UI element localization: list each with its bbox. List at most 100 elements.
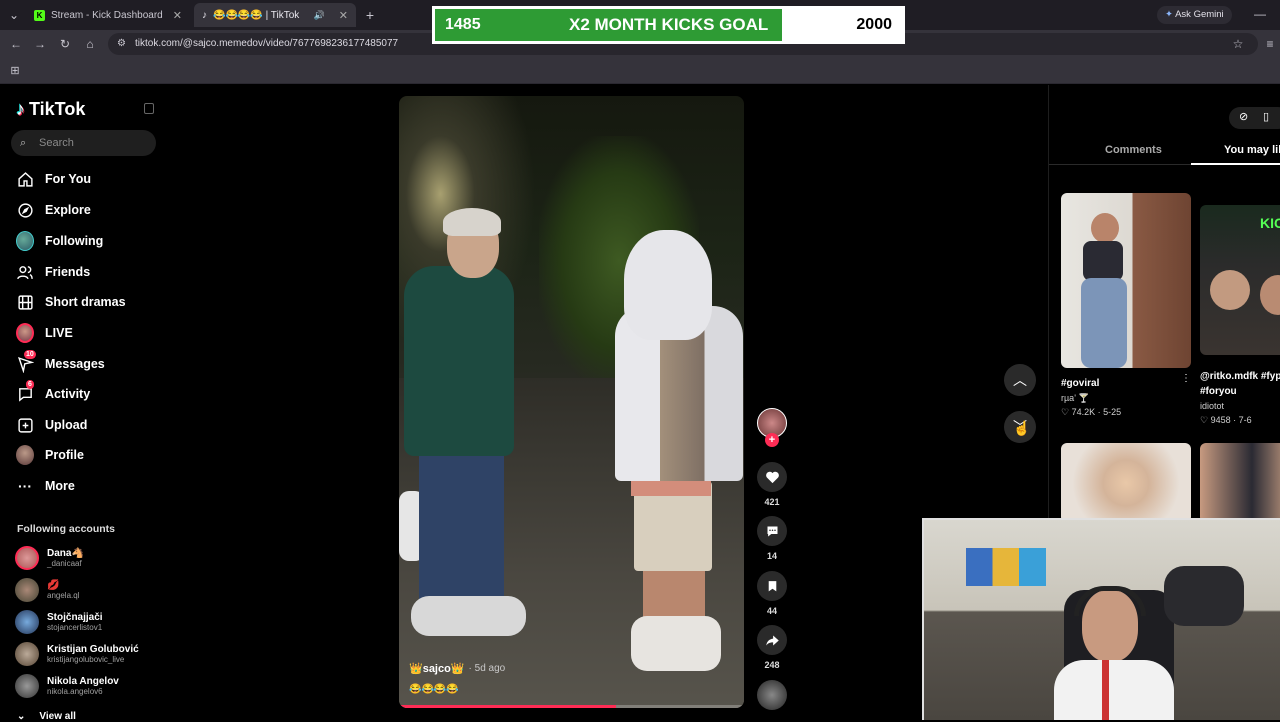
- like-count: 421: [764, 497, 780, 507]
- speaker-icon[interactable]: 🔊: [314, 10, 325, 21]
- forward-arrow-icon[interactable]: →: [32, 36, 48, 52]
- logo-text: TikTok: [29, 99, 86, 119]
- video-caption: 😂😂😂😂: [409, 684, 459, 695]
- recommended-video-card[interactable]: #goviral ⋮ rµa' 🍸 ♡ 74.2K · 5-25: [1061, 193, 1191, 419]
- film-icon: [16, 293, 34, 311]
- reload-icon[interactable]: ↻: [57, 36, 73, 52]
- tab-kick-dashboard[interactable]: K Stream - Kick Dashboard ✕: [26, 3, 190, 27]
- plus-square-icon: [16, 416, 34, 434]
- follow-plus-icon[interactable]: +: [765, 433, 779, 447]
- nav-label: Messages: [45, 357, 105, 371]
- nav-friends[interactable]: Friends: [16, 260, 90, 284]
- search-input[interactable]: ⌕ Search: [11, 130, 156, 156]
- nav-for-you[interactable]: For You: [16, 167, 91, 191]
- following-account[interactable]: Kristijan Golubović kristijangolubovic_li…: [15, 642, 139, 666]
- video-thumbnail[interactable]: [1061, 193, 1191, 368]
- new-tab-button[interactable]: +: [362, 7, 378, 23]
- video-person-left-hair: [443, 208, 501, 236]
- tiktok-logo[interactable]: ♪ TikTok: [16, 99, 85, 120]
- video-author[interactable]: 👑sajco👑 · 5d ago: [409, 662, 505, 675]
- music-disc-button[interactable]: [757, 680, 787, 710]
- recommended-video-card[interactable]: KICK @ritko.mdfk #fyp #goviral #foryou i…: [1200, 205, 1280, 427]
- tab-title: 😂😂😂😂 | TikTok: [213, 9, 300, 21]
- nav-label: Activity: [45, 387, 91, 401]
- view-all-link[interactable]: ⌄ View all: [17, 711, 76, 722]
- following-account[interactable]: 💋 angela.ql: [15, 578, 79, 602]
- author-name[interactable]: 👑sajco👑: [409, 662, 465, 675]
- nav-following[interactable]: Following: [16, 229, 103, 253]
- recommended-video-card[interactable]: [1200, 443, 1280, 523]
- nav-explore[interactable]: Explore: [16, 198, 91, 222]
- view-all-label: View all: [39, 711, 76, 722]
- following-accounts-title: Following accounts: [17, 523, 116, 535]
- previous-video-button[interactable]: ︿: [1004, 364, 1036, 396]
- live-avatar-icon: [16, 323, 34, 343]
- following-account[interactable]: Nikola Angelov nikola.angelov6: [15, 674, 119, 698]
- close-tab-icon[interactable]: ✕: [339, 9, 348, 22]
- video-progress-bar[interactable]: [399, 705, 744, 708]
- webcam-streamer-shirt: [1054, 660, 1174, 720]
- video-thumbnail[interactable]: [1061, 443, 1191, 523]
- chevron-down-icon: ⌄: [17, 711, 26, 722]
- comment-button[interactable]: 14: [757, 516, 787, 561]
- tab-you-may-like[interactable]: You may like: [1224, 144, 1280, 156]
- card-title: #goviral: [1061, 378, 1100, 389]
- ask-gemini-button[interactable]: ✦ Ask Gemini: [1157, 6, 1232, 24]
- home-button-icon[interactable]: ⌂: [82, 36, 98, 52]
- tab-list-chevron-icon[interactable]: ⌄: [6, 7, 22, 23]
- account-name: 💋: [47, 579, 60, 591]
- phone-icon[interactable]: ▯: [1263, 110, 1269, 123]
- video-person-left-shoes: [411, 596, 526, 636]
- reading-list-icon[interactable]: ≡: [1262, 36, 1278, 52]
- following-account[interactable]: Dana🐴 _danicaaf: [15, 546, 84, 570]
- tab-comments[interactable]: Comments: [1105, 144, 1162, 156]
- tiktok-sidebar: ♪ TikTok ⌕ Search For You Explore Follow…: [0, 85, 170, 722]
- creator-avatar-button[interactable]: +: [757, 408, 787, 447]
- save-button[interactable]: 44: [757, 571, 787, 616]
- card-stats: ♡ 74.2K · 5-25: [1061, 407, 1122, 417]
- nav-activity[interactable]: 6 Activity: [16, 380, 91, 406]
- back-arrow-icon[interactable]: ←: [8, 36, 24, 52]
- kick-logo-icon: K: [34, 9, 45, 21]
- nav-label: LIVE: [45, 326, 73, 340]
- apps-grid-icon[interactable]: ⊞: [7, 63, 23, 79]
- search-icon: ⌕: [20, 137, 27, 149]
- compass-icon[interactable]: ⊘: [1239, 110, 1248, 123]
- tab-tiktok[interactable]: ♪ 😂😂😂😂 | TikTok 🔊 ✕: [194, 3, 356, 27]
- recommended-video-card[interactable]: [1061, 443, 1191, 523]
- nav-profile[interactable]: Profile: [16, 443, 84, 467]
- video-player[interactable]: 👑sajco👑 · 5d ago 😂😂😂😂: [399, 96, 744, 708]
- share-button[interactable]: 248: [757, 625, 787, 670]
- profile-avatar-icon: [16, 445, 34, 465]
- account-name: Kristijan Golubović: [47, 643, 139, 655]
- nav-more[interactable]: ··· More: [16, 474, 75, 498]
- thumbnail-top: [1083, 241, 1123, 281]
- nav-live[interactable]: LIVE: [16, 321, 73, 345]
- minimize-window-icon[interactable]: —: [1252, 6, 1268, 22]
- bookmark-star-icon[interactable]: ☆: [1230, 36, 1246, 52]
- webcam-overlay: [922, 518, 1280, 720]
- nav-label: More: [45, 479, 75, 493]
- close-tab-icon[interactable]: ✕: [173, 9, 182, 22]
- nav-short-dramas[interactable]: Short dramas: [16, 290, 126, 314]
- more-options-icon[interactable]: ⋮: [1181, 373, 1191, 384]
- avatar: [15, 546, 39, 570]
- card-stats: ♡ 9458 · 7-6: [1200, 415, 1252, 425]
- friends-icon: [16, 263, 34, 281]
- card-author: rµa' 🍸: [1061, 393, 1090, 403]
- nav-messages[interactable]: 10 Messages: [16, 350, 105, 376]
- like-button[interactable]: 421: [757, 462, 787, 507]
- nav-upload[interactable]: Upload: [16, 413, 87, 437]
- webcam-jacket: [1164, 566, 1244, 626]
- collapse-sidebar-icon[interactable]: [144, 103, 154, 114]
- following-account[interactable]: Stojčnajjači stojancerlistov1: [15, 610, 103, 634]
- video-thumbnail[interactable]: [1200, 443, 1280, 523]
- site-info-icon[interactable]: ⚙: [117, 33, 126, 55]
- tiktok-favicon-icon: ♪: [202, 9, 207, 21]
- avatar: [15, 674, 39, 698]
- video-thumbnail[interactable]: KICK: [1200, 205, 1280, 355]
- heart-icon: [757, 462, 787, 492]
- nav-label: Upload: [45, 418, 88, 432]
- panel-toolbar: ⊘ ▯: [1229, 107, 1280, 129]
- account-name: Nikola Angelov: [47, 675, 119, 687]
